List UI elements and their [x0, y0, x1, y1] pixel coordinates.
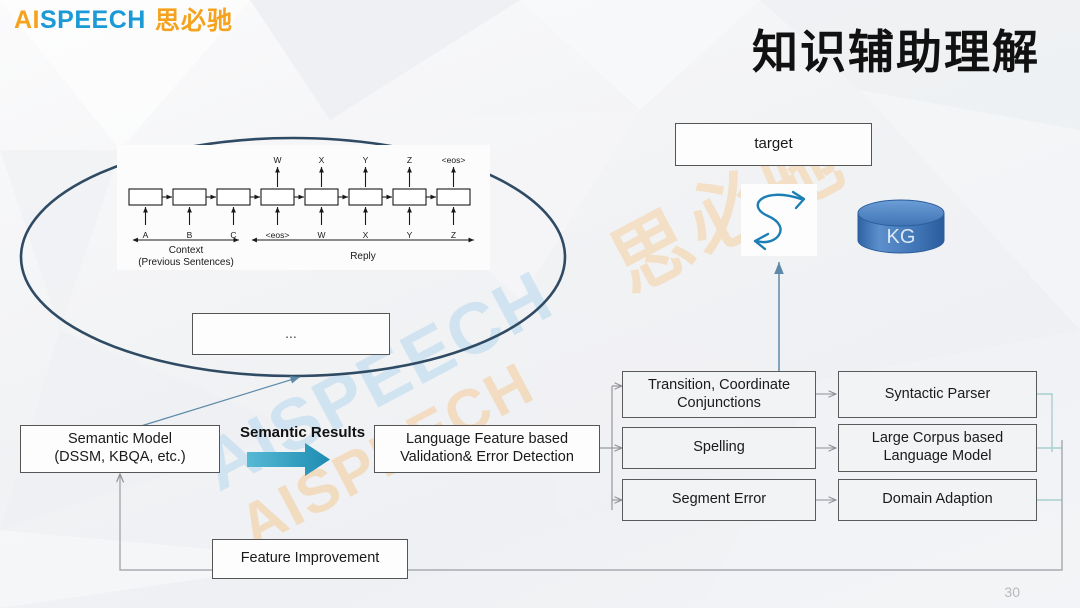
semantic-results-text: Semantic Results — [240, 424, 366, 441]
right-box-0: Syntactic Parser — [838, 371, 1037, 418]
svg-text:<eos>: <eos> — [266, 230, 290, 240]
page-number: 30 — [1004, 584, 1020, 600]
svg-text:(Previous Sentences): (Previous Sentences) — [138, 257, 234, 268]
right-box-1: Large Corpus based Language Model — [838, 424, 1037, 472]
right-box-2: Domain Adaption — [838, 479, 1037, 521]
feature-improvement-box: Feature Improvement — [212, 539, 408, 579]
svg-text:Y: Y — [407, 230, 413, 240]
svg-text:W: W — [317, 230, 325, 240]
middle-box-0-line1: Transition, Coordinate — [647, 376, 791, 393]
right-box-2-line1: Domain Adaption — [882, 491, 993, 508]
validation-line2: Validation& Error Detection — [400, 449, 574, 465]
semantic-model-box: Semantic Model (DSSM, KBQA, etc.) — [20, 425, 220, 473]
ellipsis-label: ... — [285, 325, 297, 342]
middle-box-2: Segment Error — [622, 479, 816, 521]
validation-line1: Language Feature based — [405, 431, 569, 448]
svg-text:W: W — [273, 155, 281, 165]
slide-root: AISPEECH AISPEECH 思必驰 AISPEECH 思必驰 知识辅助理… — [0, 0, 1080, 608]
svg-text:Context: Context — [169, 245, 204, 256]
right-box-1-line1: Large Corpus based — [871, 430, 1004, 447]
target-box: target — [675, 123, 872, 166]
middle-box-0-line2: Conjunctions — [677, 394, 761, 411]
right-box-0-line1: Syntactic Parser — [884, 385, 991, 402]
middle-box-0: Transition, Coordinate Conjunctions — [622, 371, 816, 418]
svg-text:KG: KG — [887, 226, 916, 248]
target-label: target — [754, 135, 793, 153]
svg-text:X: X — [363, 230, 369, 240]
svg-text:Reply: Reply — [350, 251, 376, 262]
svg-text:Y: Y — [363, 155, 369, 165]
svg-text:X: X — [319, 155, 325, 165]
svg-text:B: B — [187, 230, 193, 240]
right-box-1-line2: Language Model — [883, 448, 992, 464]
semantic-results-label: Semantic Results — [240, 424, 365, 441]
svg-text:<eos>: <eos> — [442, 155, 466, 165]
semantic-model-line2: (DSSM, KBQA, etc.) — [54, 449, 186, 465]
svg-text:A: A — [143, 230, 149, 240]
feature-improvement-label: Feature Improvement — [240, 550, 380, 567]
svg-text:Z: Z — [451, 230, 456, 240]
middle-box-1-line1: Spelling — [693, 439, 745, 456]
semantic-model-line1: Semantic Model — [68, 431, 172, 448]
ellipsis-box: ... — [192, 313, 390, 355]
middle-box-1: Spelling — [622, 427, 816, 469]
svg-text:C: C — [230, 230, 236, 240]
bidirectional-arrow-icon — [741, 184, 817, 256]
validation-box: Language Feature based Validation& Error… — [374, 425, 600, 473]
svg-text:Z: Z — [407, 155, 412, 165]
seq2seq-rnn-diagram: A B C <eos> W W X X Y Y Z Z <eos> Context (Previous … — [117, 145, 490, 270]
middle-box-2-line1: Segment Error — [671, 491, 767, 508]
kg-database-shape: KG — [857, 199, 945, 254]
